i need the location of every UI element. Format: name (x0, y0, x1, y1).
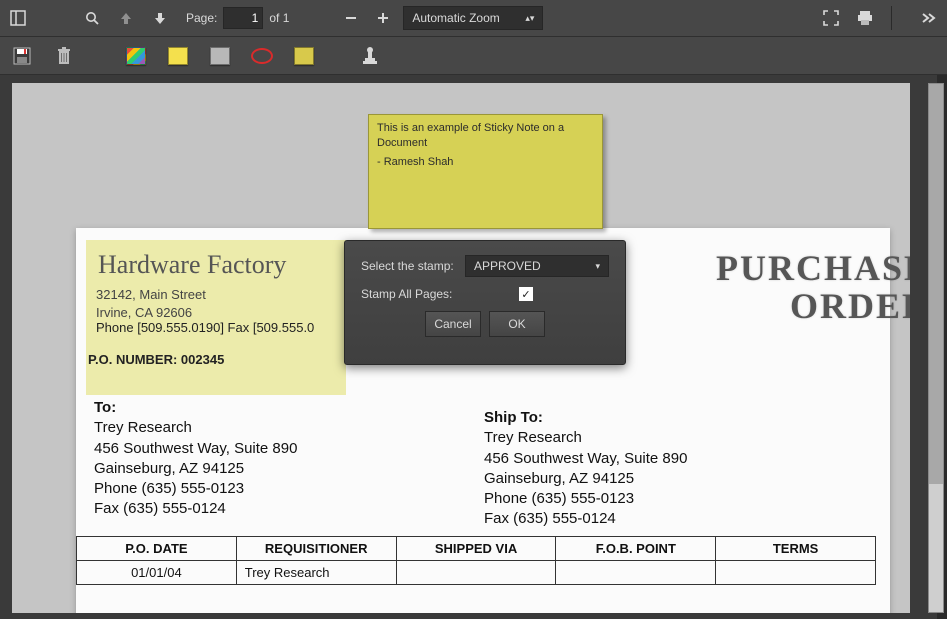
circle-annotation-icon[interactable] (250, 45, 274, 67)
sidebar-toggle-icon[interactable] (6, 6, 30, 30)
zoom-out-icon[interactable] (339, 6, 363, 30)
zoom-controls: Automatic Zoom ▴▾ (339, 6, 543, 30)
annotation-toolbar (0, 37, 947, 75)
document-page: Hardware Factory 32142, Main Street Irvi… (76, 228, 890, 613)
cancel-button[interactable]: Cancel (425, 311, 481, 337)
address-to-block: To: Trey Research 456 Southwest Way, Sui… (94, 398, 297, 520)
viewer-container: Hardware Factory 32142, Main Street Irvi… (0, 75, 947, 619)
to-addr: 456 Southwest Way, Suite 890 (94, 439, 297, 459)
address-ship-block: Ship To: Trey Research 456 Southwest Way… (484, 408, 687, 530)
stamp-select[interactable]: APPROVED ▾ (465, 255, 609, 277)
purchase-order-title: PURCHASE ORDER (590, 250, 910, 326)
ship-phone: Phone (635) 555-0123 (484, 489, 687, 509)
stamp-icon[interactable] (358, 45, 382, 67)
stamp-select-label: Select the stamp: (361, 259, 465, 273)
sticky-line1: This is an example of Sticky Note on a (377, 121, 594, 136)
ship-addr: 456 Southwest Way, Suite 890 (484, 449, 687, 469)
more-icon[interactable] (917, 6, 941, 30)
sticky-note-icon[interactable] (292, 45, 316, 67)
page-controls: Page: of 1 (186, 7, 289, 29)
table-row: 01/01/04 Trey Research (77, 561, 876, 585)
th-fobpoint: F.O.B. POINT (556, 537, 716, 561)
to-phone: Phone (635) 555-0123 (94, 479, 297, 499)
td-podate: 01/01/04 (77, 561, 237, 585)
company-addr-line1: 32142, Main Street (96, 286, 206, 304)
to-label: To: (94, 398, 297, 418)
page-viewport[interactable]: Hardware Factory 32142, Main Street Irvi… (12, 83, 910, 613)
sticky-line2: Document (377, 136, 594, 151)
to-name: Trey Research (94, 418, 297, 438)
arrow-down-icon[interactable] (148, 6, 172, 30)
ship-name: Trey Research (484, 428, 687, 448)
td-shippedvia (396, 561, 556, 585)
save-icon[interactable] (10, 45, 34, 67)
page-label: Page: (186, 11, 217, 25)
zoom-mode-value: Automatic Zoom (412, 11, 499, 25)
stamp-allpages-checkbox[interactable]: ✓ (519, 287, 533, 301)
print-icon[interactable] (853, 6, 877, 30)
title-top: PURCHASE (590, 250, 910, 288)
trash-icon[interactable] (52, 45, 76, 67)
po-details-table: P.O. DATE REQUISITIONER SHIPPED VIA F.O.… (76, 536, 876, 585)
company-name: Hardware Factory (98, 250, 286, 280)
sticky-signature: - Ramesh Shah (377, 155, 594, 170)
chevron-updown-icon: ▴▾ (525, 13, 534, 24)
color-picker-icon[interactable] (124, 45, 148, 67)
scrollbar-thumb[interactable] (929, 84, 943, 484)
table-header-row: P.O. DATE REQUISITIONER SHIPPED VIA F.O.… (77, 537, 876, 561)
to-fax: Fax (635) 555-0124 (94, 499, 297, 519)
fullscreen-icon[interactable] (819, 6, 843, 30)
zoom-mode-select[interactable]: Automatic Zoom ▴▾ (403, 6, 543, 30)
stamp-select-value: APPROVED (474, 259, 541, 273)
company-address: 32142, Main Street Irvine, CA 92606 (96, 286, 206, 321)
pdf-toolbar: Page: of 1 Automatic Zoom ▴▾ (0, 0, 947, 37)
chevron-down-icon: ▾ (595, 261, 600, 272)
title-bot: ORDER (590, 288, 910, 326)
sticky-note-annotation[interactable]: This is an example of Sticky Note on a D… (368, 114, 603, 229)
ship-fax: Fax (635) 555-0124 (484, 509, 687, 529)
td-terms (716, 561, 876, 585)
page-total-label: of 1 (269, 11, 289, 25)
th-podate: P.O. DATE (77, 537, 237, 561)
ok-button[interactable]: OK (489, 311, 545, 337)
arrow-up-icon[interactable] (114, 6, 138, 30)
search-icon[interactable] (80, 6, 104, 30)
td-requisitioner: Trey Research (236, 561, 396, 585)
stamp-dialog: Select the stamp: APPROVED ▾ Stamp All P… (344, 240, 626, 365)
ship-label: Ship To: (484, 408, 687, 428)
company-addr-line2: Irvine, CA 92606 (96, 304, 206, 322)
td-fobpoint (556, 561, 716, 585)
th-shippedvia: SHIPPED VIA (396, 537, 556, 561)
to-city: Gainseburg, AZ 94125 (94, 459, 297, 479)
stamp-allpages-label: Stamp All Pages: (361, 287, 465, 301)
company-phone-fax: Phone [509.555.0190] Fax [509.555.0 (96, 320, 314, 335)
ship-city: Gainseburg, AZ 94125 (484, 469, 687, 489)
th-terms: TERMS (716, 537, 876, 561)
po-number: P.O. NUMBER: 002345 (88, 352, 224, 367)
th-requisitioner: REQUISITIONER (236, 537, 396, 561)
page-number-input[interactable] (223, 7, 263, 29)
zoom-in-icon[interactable] (371, 6, 395, 30)
highlight-grey-icon[interactable] (208, 45, 232, 67)
vertical-scrollbar[interactable] (928, 83, 944, 613)
highlight-yellow-icon[interactable] (166, 45, 190, 67)
